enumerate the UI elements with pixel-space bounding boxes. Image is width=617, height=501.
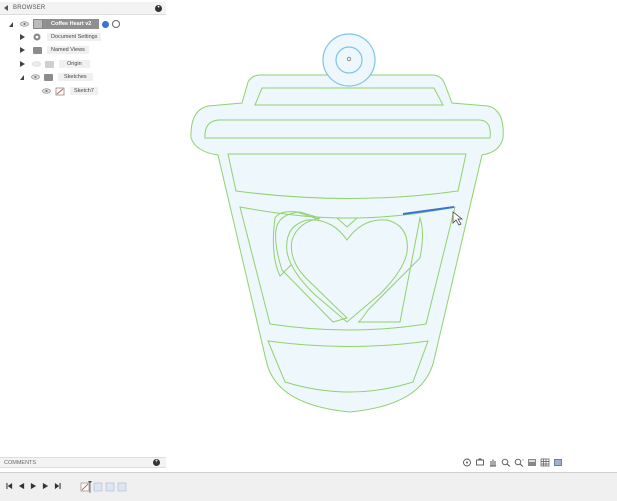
eye-icon[interactable] <box>42 88 51 94</box>
timeline-track[interactable] <box>80 481 130 493</box>
pan-hand-icon[interactable] <box>488 458 498 467</box>
browser-item-label: Sketches <box>58 73 93 81</box>
browser-item-document-settings[interactable]: Document Settings <box>20 31 102 43</box>
browser-item-label: Origin <box>59 60 90 68</box>
browser-item-sketches[interactable]: Sketches <box>20 71 93 83</box>
comments-panel[interactable]: COMMENTS + <box>0 457 166 468</box>
browser-title: BROWSER <box>13 5 46 11</box>
cup-lower-band <box>267 340 429 393</box>
display-settings-icon[interactable] <box>527 458 537 467</box>
expand-down-icon[interactable] <box>9 21 13 27</box>
sketch-icon <box>55 87 65 95</box>
folder-icon <box>45 60 54 68</box>
root-component-label[interactable]: Coffee Heart v2 <box>43 19 100 29</box>
browser-item-origin[interactable]: Origin <box>20 58 90 70</box>
lid-top <box>254 87 444 106</box>
expand-right-icon[interactable] <box>20 34 25 40</box>
grid-icon[interactable] <box>540 458 550 467</box>
eye-icon[interactable] <box>31 74 40 80</box>
browser-item-label: Sketch7 <box>70 87 98 95</box>
step-back-icon[interactable] <box>18 482 25 490</box>
cup-upper-band <box>227 153 467 199</box>
hanger-ring-outer <box>322 33 376 87</box>
browser-header: BROWSER • <box>0 2 166 15</box>
browser-item-sketch7[interactable]: Sketch7 <box>42 85 98 97</box>
document-icon <box>33 19 43 29</box>
activate-radio-icon[interactable] <box>102 20 110 28</box>
add-comment-icon[interactable]: + <box>153 459 160 466</box>
browser-root-row[interactable]: Coffee Heart v2 <box>9 18 121 30</box>
browser-item-label: Named Views <box>47 46 89 54</box>
orbit-icon[interactable] <box>462 458 472 467</box>
comments-title: COMMENTS <box>4 459 37 466</box>
play-icon[interactable] <box>30 482 37 490</box>
browser-options-icon[interactable]: • <box>155 4 162 12</box>
eye-hidden-icon[interactable] <box>32 61 41 67</box>
timeline-controls <box>6 482 61 490</box>
go-to-end-icon[interactable] <box>54 482 61 490</box>
look-at-icon[interactable] <box>475 457 485 467</box>
target-icon[interactable] <box>112 20 121 28</box>
collapse-arrow-icon[interactable] <box>4 5 8 11</box>
viewports-icon[interactable] <box>553 458 563 467</box>
zoom-icon[interactable] <box>501 458 511 467</box>
folder-icon <box>44 73 53 81</box>
browser-panel: BROWSER • <box>0 2 166 15</box>
eye-icon[interactable] <box>20 21 29 27</box>
expand-down-icon[interactable] <box>20 74 24 80</box>
browser-item-label: Document Settings <box>47 33 102 41</box>
gear-icon <box>33 33 41 41</box>
navigation-toolbar <box>462 456 563 468</box>
browser-item-named-views[interactable]: Named Views <box>20 44 89 56</box>
fit-icon[interactable] <box>514 458 524 467</box>
timeline <box>0 472 617 501</box>
folder-icon <box>33 46 42 54</box>
step-forward-icon[interactable] <box>42 482 49 490</box>
go-to-start-icon[interactable] <box>6 482 13 490</box>
expand-right-icon[interactable] <box>20 47 25 53</box>
expand-right-icon[interactable] <box>20 61 25 67</box>
lid-brim <box>204 119 491 139</box>
